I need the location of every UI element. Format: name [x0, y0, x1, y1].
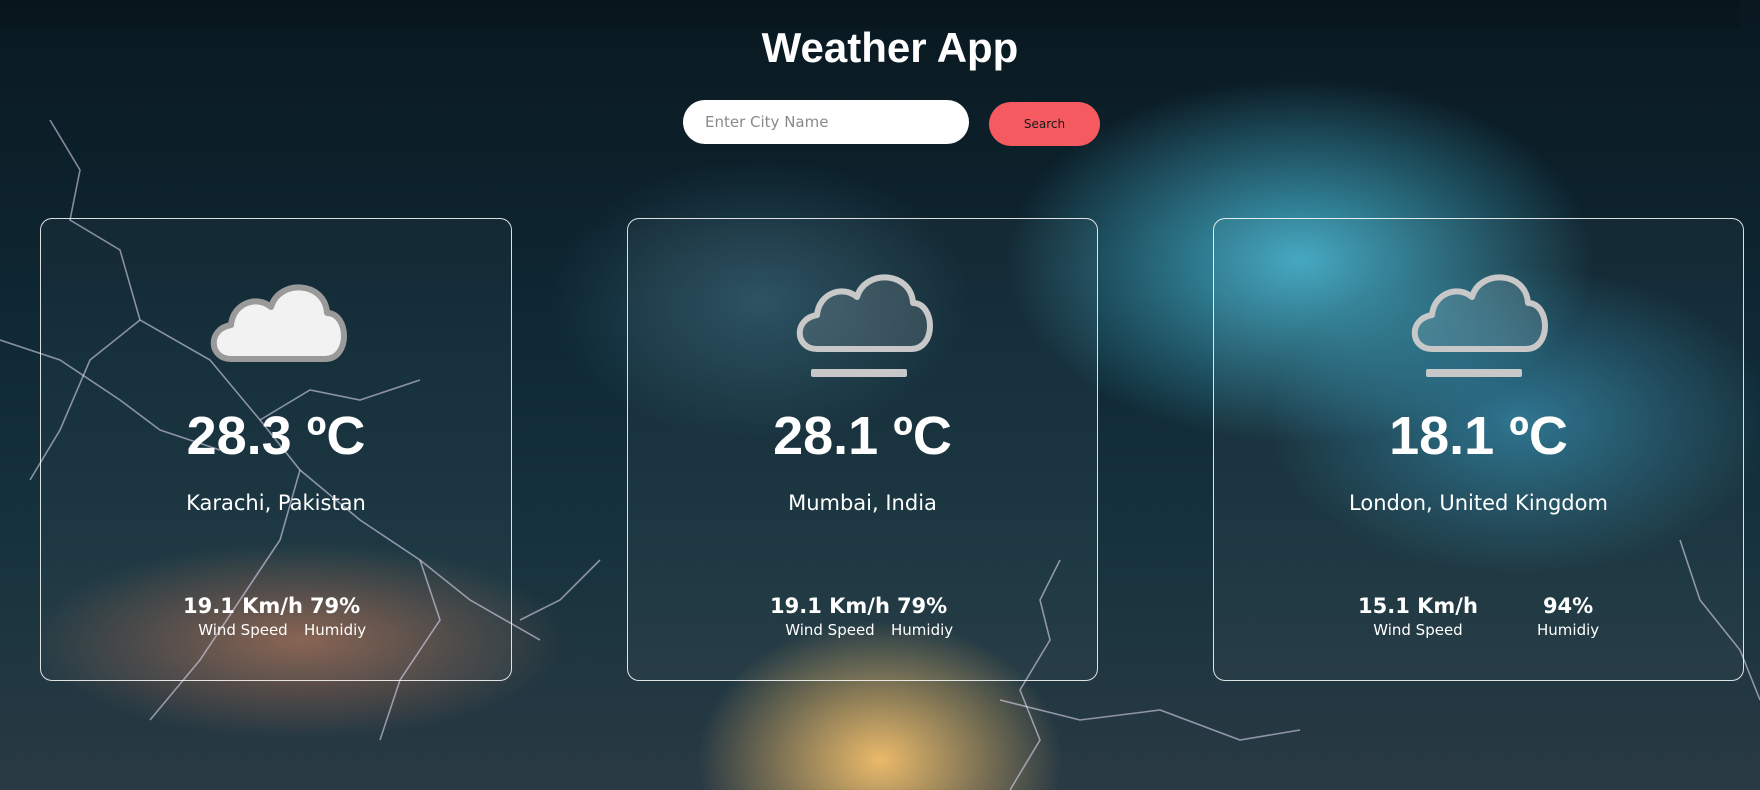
search-input[interactable] — [683, 100, 969, 144]
temperature: 18.1 ºC — [1389, 406, 1568, 466]
fog-cloud-icon — [1411, 274, 1548, 377]
cloud-icon — [210, 284, 347, 362]
humidity: 79% Humidiy — [891, 593, 953, 641]
wind-speed-label: Wind Speed — [1373, 621, 1463, 639]
wind-speed-label: Wind Speed — [198, 621, 288, 639]
location-name: Karachi, Pakistan — [186, 491, 366, 515]
humidity-label: Humidiy — [891, 621, 954, 639]
location-name: London, United Kingdom — [1349, 491, 1608, 515]
wind-speed-value: 15.1 Km/h — [1358, 594, 1478, 618]
location-name: Mumbai, India — [788, 491, 937, 515]
weather-card-london: 18.1 ºC London, United Kingdom 15.1 Km/h… — [1213, 218, 1744, 681]
wind-speed: 15.1 Km/h Wind Speed — [1358, 593, 1478, 641]
wind-speed-value: 19.1 Km/h — [770, 594, 890, 618]
fog-cloud-icon — [796, 274, 933, 377]
humidity-label: Humidiy — [304, 621, 367, 639]
humidity: 94% Humidiy — [1537, 593, 1599, 641]
wind-speed: 19.1 Km/h Wind Speed — [770, 593, 890, 641]
humidity-value: 79% — [309, 594, 361, 618]
humidity: 79% Humidiy — [304, 593, 366, 641]
humidity-value: 79% — [896, 594, 948, 618]
search-button[interactable]: Search — [989, 102, 1100, 146]
temperature: 28.3 ºC — [186, 406, 366, 466]
weather-card-mumbai: 28.1 ºC Mumbai, India 19.1 Km/h Wind Spe… — [627, 218, 1098, 681]
wind-speed-value: 19.1 Km/h — [183, 594, 303, 618]
page-title: Weather App — [761, 24, 1019, 71]
wind-speed: 19.1 Km/h Wind Speed — [183, 593, 303, 641]
humidity-value: 94% — [1542, 594, 1594, 618]
humidity-label: Humidiy — [1537, 621, 1600, 639]
wind-speed-label: Wind Speed — [785, 621, 875, 639]
weather-card-karachi: 28.3 ºC Karachi, Pakistan 19.1 Km/h Wind… — [40, 218, 512, 681]
temperature: 28.1 ºC — [773, 406, 952, 466]
